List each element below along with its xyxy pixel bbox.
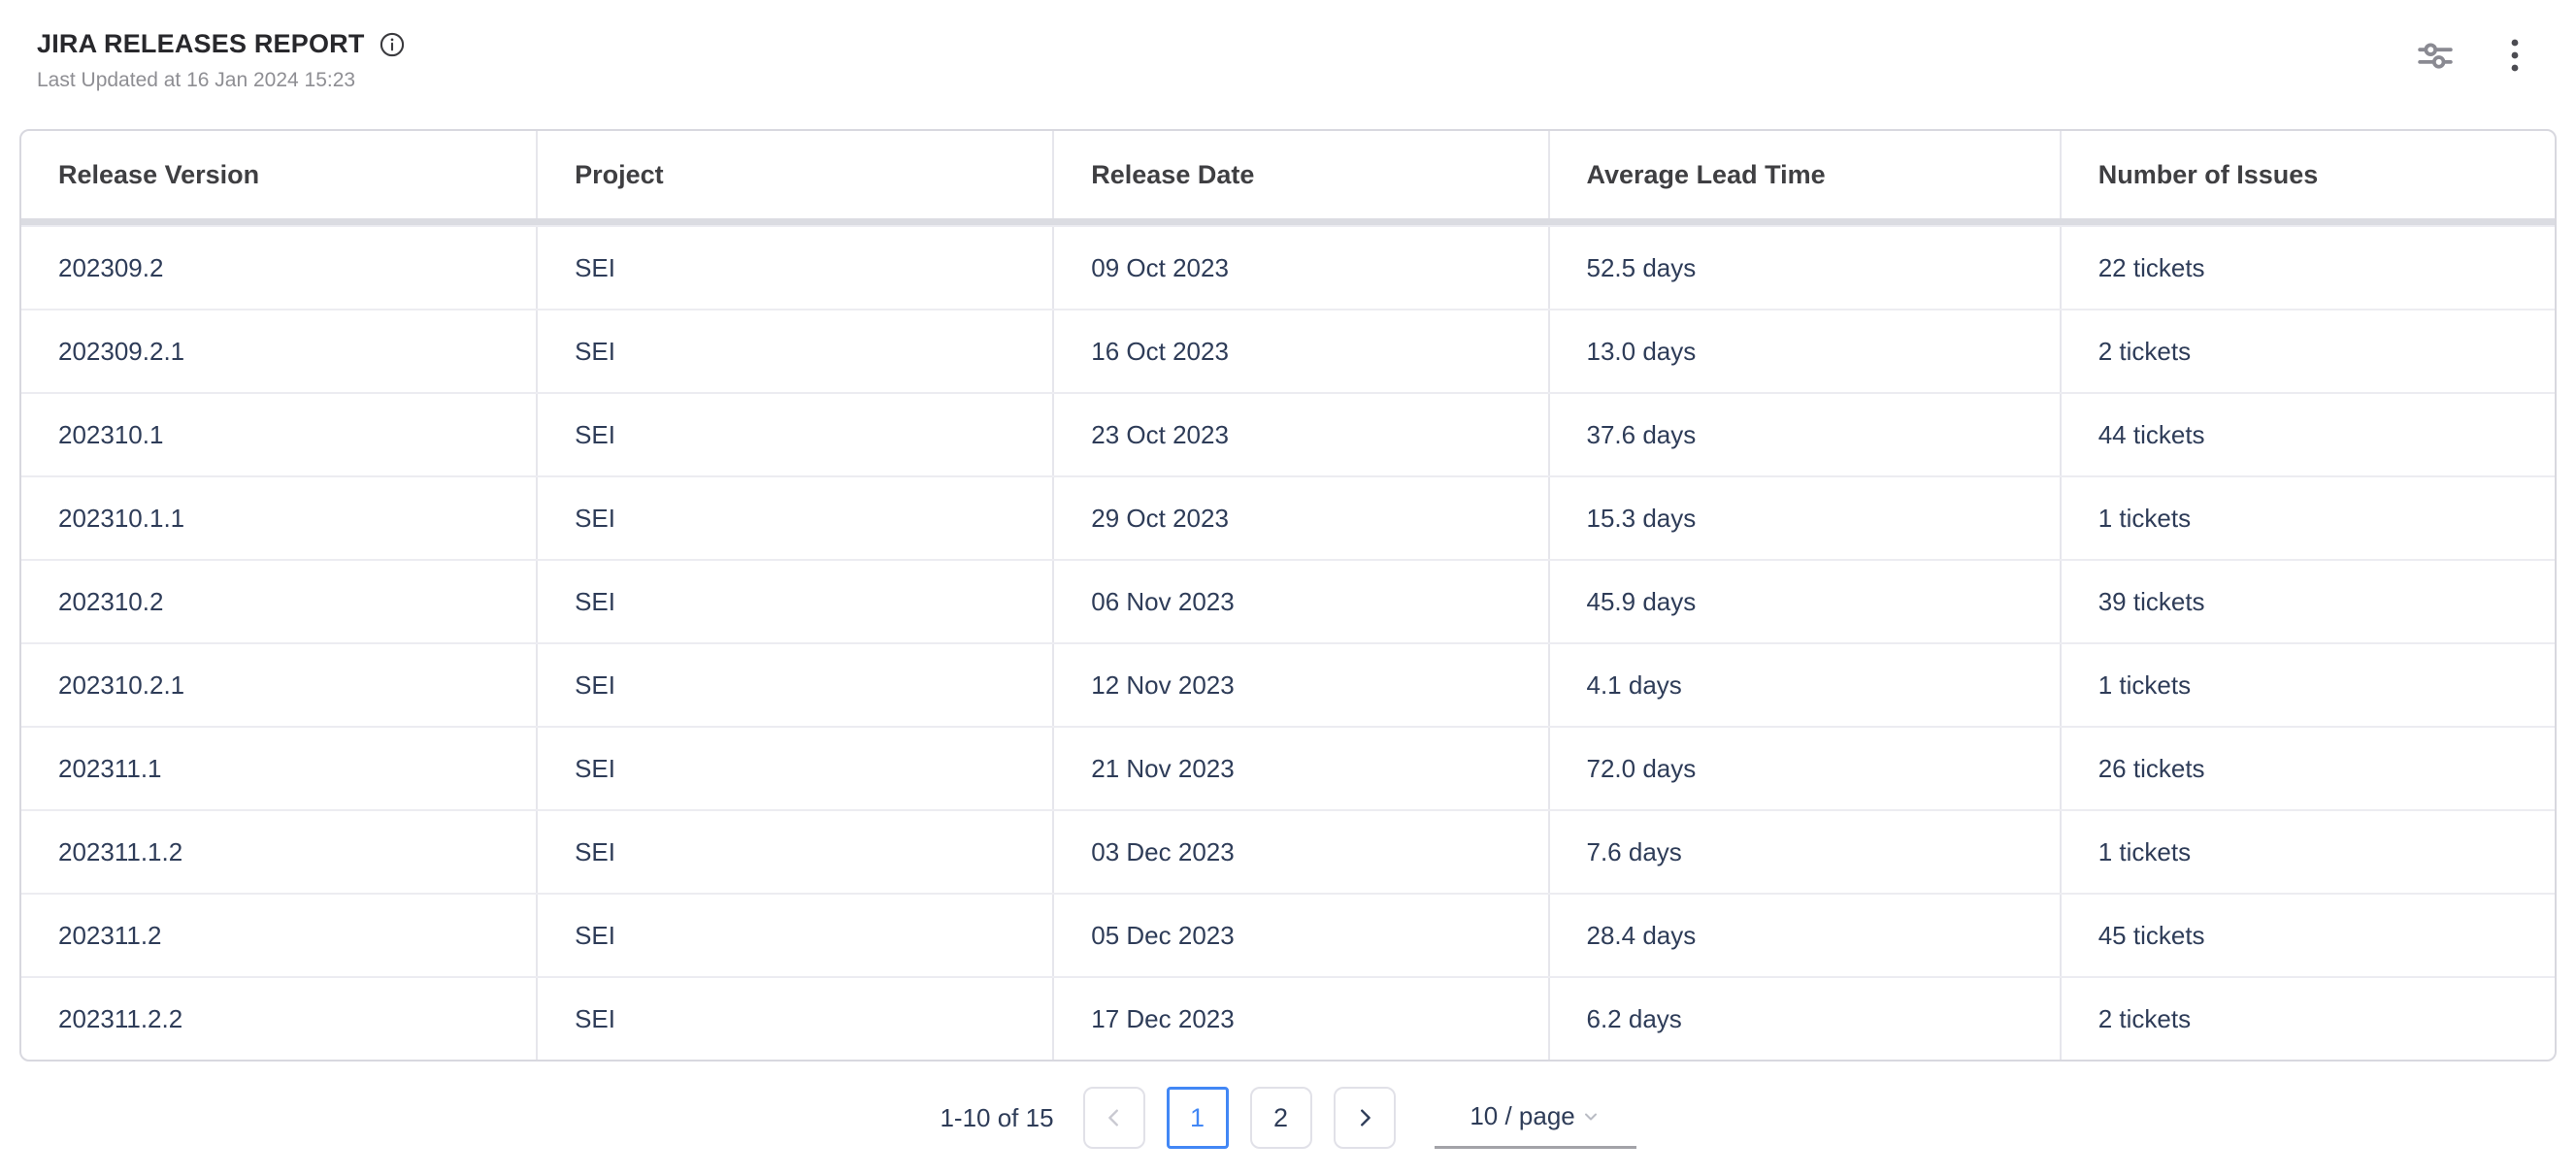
cell-number-of-issues: 1 tickets [2060, 811, 2555, 893]
cell-average-lead-time: 15.3 days [1548, 477, 2060, 559]
table-row: 202309.2 SEI 09 Oct 2023 52.5 days 22 ti… [21, 225, 2555, 309]
cell-release-date: 12 Nov 2023 [1052, 644, 1547, 726]
cell-number-of-issues: 44 tickets [2060, 394, 2555, 475]
table-header-row: Release Version Project Release Date Ave… [21, 131, 2555, 218]
cell-average-lead-time: 13.0 days [1548, 310, 2060, 392]
cell-number-of-issues: 2 tickets [2060, 310, 2555, 392]
cell-number-of-issues: 39 tickets [2060, 561, 2555, 642]
cell-number-of-issues: 26 tickets [2060, 728, 2555, 809]
table-row: 202310.2 SEI 06 Nov 2023 45.9 days 39 ti… [21, 559, 2555, 642]
last-updated-label: Last Updated at 16 Jan 2024 15:23 [37, 69, 2537, 92]
cell-number-of-issues: 45 tickets [2060, 895, 2555, 976]
cell-project: SEI [536, 644, 1052, 726]
cell-project: SEI [536, 895, 1052, 976]
cell-release-version: 202310.2 [21, 561, 536, 642]
cell-number-of-issues: 1 tickets [2060, 644, 2555, 726]
table-row: 202310.2.1 SEI 12 Nov 2023 4.1 days 1 ti… [21, 642, 2555, 726]
cell-release-date: 21 Nov 2023 [1052, 728, 1547, 809]
chevron-down-icon [1581, 1107, 1601, 1127]
report-header: JIRA RELEASES REPORT Last Updated at 16 … [0, 0, 2576, 110]
cell-project: SEI [536, 310, 1052, 392]
cell-release-date: 06 Nov 2023 [1052, 561, 1547, 642]
cell-release-date: 29 Oct 2023 [1052, 477, 1547, 559]
cell-project: SEI [536, 728, 1052, 809]
cell-average-lead-time: 37.6 days [1548, 394, 2060, 475]
page-size-label: 10 / page [1470, 1101, 1574, 1131]
column-header-release-date: Release Date [1052, 131, 1547, 218]
cell-release-date: 23 Oct 2023 [1052, 394, 1547, 475]
cell-release-version: 202311.2 [21, 895, 536, 976]
cell-number-of-issues: 1 tickets [2060, 477, 2555, 559]
cell-project: SEI [536, 978, 1052, 1060]
cell-number-of-issues: 2 tickets [2060, 978, 2555, 1060]
table-row: 202311.1.2 SEI 03 Dec 2023 7.6 days 1 ti… [21, 809, 2555, 893]
cell-release-date: 09 Oct 2023 [1052, 227, 1547, 309]
pagination: 1-10 of 15 1 2 10 / page [0, 1087, 2576, 1149]
cell-average-lead-time: 52.5 days [1548, 227, 2060, 309]
page-size-select[interactable]: 10 / page [1435, 1087, 1636, 1149]
cell-average-lead-time: 7.6 days [1548, 811, 2060, 893]
cell-project: SEI [536, 561, 1052, 642]
cell-project: SEI [536, 811, 1052, 893]
cell-release-date: 16 Oct 2023 [1052, 310, 1547, 392]
column-header-project: Project [536, 131, 1052, 218]
cell-average-lead-time: 45.9 days [1548, 561, 2060, 642]
table-row: 202311.2 SEI 05 Dec 2023 28.4 days 45 ti… [21, 893, 2555, 976]
cell-release-version: 202310.1 [21, 394, 536, 475]
column-header-number-of-issues: Number of Issues [2060, 131, 2555, 218]
cell-release-version: 202311.1.2 [21, 811, 536, 893]
cell-number-of-issues: 22 tickets [2060, 227, 2555, 309]
cell-release-date: 03 Dec 2023 [1052, 811, 1547, 893]
kebab-menu-icon[interactable] [2496, 37, 2533, 74]
cell-release-date: 05 Dec 2023 [1052, 895, 1547, 976]
cell-average-lead-time: 28.4 days [1548, 895, 2060, 976]
table-row: 202311.2.2 SEI 17 Dec 2023 6.2 days 2 ti… [21, 976, 2555, 1060]
cell-project: SEI [536, 394, 1052, 475]
page-button-1[interactable]: 1 [1167, 1087, 1229, 1149]
sliders-icon[interactable] [2417, 37, 2454, 74]
table-row: 202310.1 SEI 23 Oct 2023 37.6 days 44 ti… [21, 392, 2555, 475]
cell-release-date: 17 Dec 2023 [1052, 978, 1547, 1060]
cell-project: SEI [536, 477, 1052, 559]
prev-page-button[interactable] [1083, 1087, 1145, 1149]
cell-release-version: 202309.2 [21, 227, 536, 309]
cell-average-lead-time: 4.1 days [1548, 644, 2060, 726]
cell-average-lead-time: 6.2 days [1548, 978, 2060, 1060]
cell-release-version: 202310.2.1 [21, 644, 536, 726]
column-header-average-lead-time: Average Lead Time [1548, 131, 2060, 218]
page-button-2[interactable]: 2 [1250, 1087, 1312, 1149]
cell-release-version: 202310.1.1 [21, 477, 536, 559]
cell-release-version: 202311.1 [21, 728, 536, 809]
table-row: 202310.1.1 SEI 29 Oct 2023 15.3 days 1 t… [21, 475, 2555, 559]
table-row: 202309.2.1 SEI 16 Oct 2023 13.0 days 2 t… [21, 309, 2555, 392]
pagination-range-label: 1-10 of 15 [940, 1103, 1053, 1133]
page-title: JIRA RELEASES REPORT [37, 29, 365, 59]
column-header-release-version: Release Version [21, 131, 536, 218]
cell-average-lead-time: 72.0 days [1548, 728, 2060, 809]
cell-release-version: 202311.2.2 [21, 978, 536, 1060]
table-row: 202311.1 SEI 21 Nov 2023 72.0 days 26 ti… [21, 726, 2555, 809]
cell-release-version: 202309.2.1 [21, 310, 536, 392]
header-divider [21, 218, 2555, 225]
releases-table: Release Version Project Release Date Ave… [19, 129, 2557, 1062]
next-page-button[interactable] [1334, 1087, 1396, 1149]
info-icon[interactable] [379, 31, 406, 58]
cell-project: SEI [536, 227, 1052, 309]
